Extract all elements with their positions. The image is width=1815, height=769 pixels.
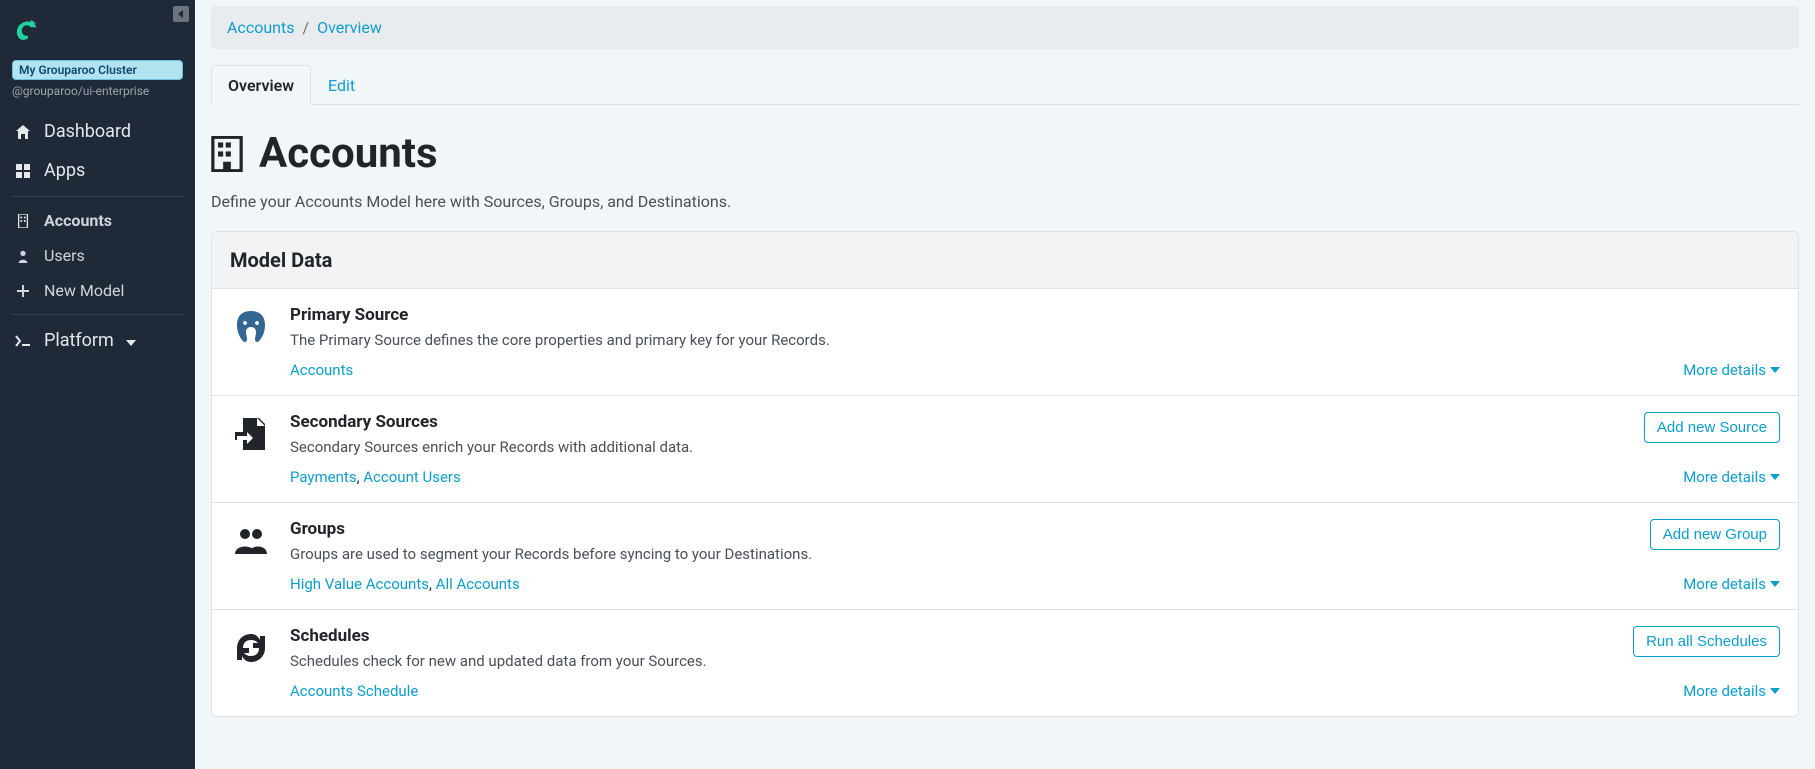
breadcrumb-link-model[interactable]: Accounts [227, 18, 294, 37]
card-header: Model Data [212, 232, 1798, 289]
terminal-icon [14, 332, 32, 350]
file-import-icon [230, 412, 272, 454]
tab-edit[interactable]: Edit [311, 65, 372, 105]
building-icon [14, 214, 32, 228]
section-secondary-sources: Secondary Sources Secondary Sources enri… [212, 396, 1798, 503]
page-description: Define your Accounts Model here with Sou… [211, 192, 1799, 211]
sidebar-item-dashboard[interactable]: Dashboard [12, 112, 183, 151]
logo[interactable] [12, 16, 183, 50]
section-description: The Primary Source defines the core prop… [290, 331, 1780, 349]
caret-down-icon [1770, 686, 1780, 696]
refresh-icon [230, 626, 272, 668]
section-description: Secondary Sources enrich your Records wi… [290, 438, 693, 456]
caret-down-icon [1770, 472, 1780, 482]
caret-down-icon [1770, 579, 1780, 589]
sidebar-item-apps[interactable]: Apps [12, 151, 183, 190]
schedule-link-accounts[interactable]: Accounts Schedule [290, 682, 418, 700]
sidebar: My Grouparoo Cluster @grouparoo/ui-enter… [0, 0, 195, 769]
caret-down-icon [126, 330, 136, 351]
cluster-package-label: @grouparoo/ui-enterprise [12, 84, 183, 98]
page-title: Accounts [211, 129, 1799, 178]
more-details-toggle[interactable]: More details [1683, 468, 1780, 486]
source-link-accounts[interactable]: Accounts [290, 361, 353, 379]
breadcrumb-separator: / [302, 18, 309, 37]
breadcrumb: Accounts / Overview [211, 6, 1799, 49]
sidebar-item-new-model[interactable]: New Model [12, 273, 183, 308]
breadcrumb-link-page[interactable]: Overview [317, 18, 382, 37]
sidebar-label: Users [44, 246, 85, 265]
source-link-account-users[interactable]: Account Users [363, 468, 460, 486]
add-new-group-button[interactable]: Add new Group [1650, 519, 1780, 550]
sidebar-divider [12, 314, 183, 315]
section-title: Primary Source [290, 305, 1780, 325]
sidebar-label: Accounts [44, 211, 112, 230]
tab-overview[interactable]: Overview [211, 65, 311, 105]
cluster-name-badge[interactable]: My Grouparoo Cluster [12, 60, 183, 80]
run-all-schedules-button[interactable]: Run all Schedules [1633, 626, 1780, 657]
sidebar-divider [12, 196, 183, 197]
section-title: Groups [290, 519, 812, 539]
sidebar-label: Apps [44, 160, 85, 181]
section-schedules: Schedules Schedules check for new and up… [212, 610, 1798, 716]
add-new-source-button[interactable]: Add new Source [1644, 412, 1780, 443]
section-primary-source: Primary Source The Primary Source define… [212, 289, 1798, 396]
model-data-card: Model Data Primary Source The Primary So… [211, 231, 1799, 717]
sidebar-label: Dashboard [44, 121, 131, 142]
home-icon [14, 123, 32, 141]
building-icon [211, 136, 243, 172]
sidebar-item-accounts[interactable]: Accounts [12, 203, 183, 238]
section-title: Secondary Sources [290, 412, 693, 432]
tabs: Overview Edit [211, 65, 1799, 105]
caret-down-icon [1770, 365, 1780, 375]
users-group-icon [230, 519, 272, 561]
sidebar-item-platform[interactable]: Platform [12, 321, 183, 360]
page-title-text: Accounts [259, 129, 438, 178]
sidebar-collapse-button[interactable] [173, 6, 189, 22]
more-details-toggle[interactable]: More details [1683, 361, 1780, 379]
more-details-toggle[interactable]: More details [1683, 682, 1780, 700]
postgres-icon [230, 305, 272, 347]
group-link-all-accounts[interactable]: All Accounts [436, 575, 520, 593]
sidebar-label: Platform [44, 330, 114, 351]
section-groups: Groups Groups are used to segment your R… [212, 503, 1798, 610]
sidebar-label: New Model [44, 281, 124, 300]
section-title: Schedules [290, 626, 707, 646]
section-description: Schedules check for new and updated data… [290, 652, 707, 670]
grid-icon [14, 162, 32, 180]
sidebar-item-users[interactable]: Users [12, 238, 183, 273]
main-content: Accounts / Overview Overview Edit Accoun… [195, 0, 1815, 769]
user-icon [14, 249, 32, 263]
source-link-payments[interactable]: Payments [290, 468, 357, 486]
more-details-toggle[interactable]: More details [1683, 575, 1780, 593]
plus-icon [14, 284, 32, 298]
group-link-high-value[interactable]: High Value Accounts [290, 575, 429, 593]
section-description: Groups are used to segment your Records … [290, 545, 812, 563]
